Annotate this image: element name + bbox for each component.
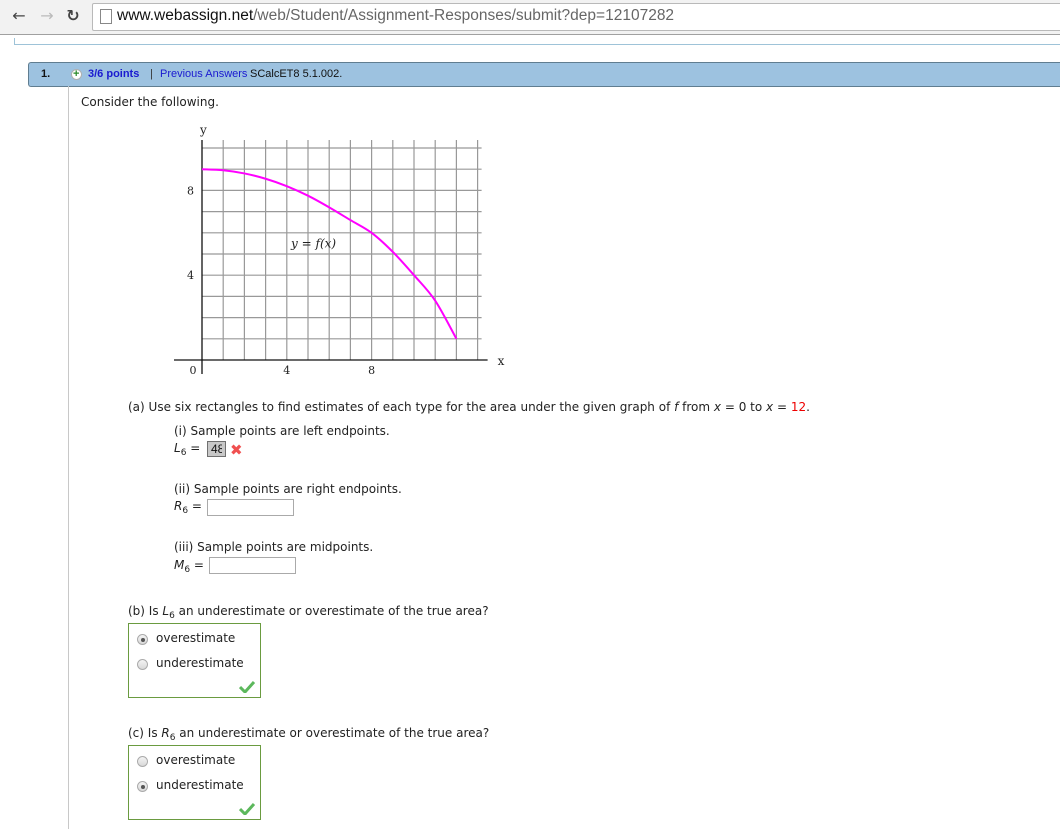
question-number: 1. bbox=[41, 68, 51, 80]
url-text[interactable]: www.webassign.net/web/Student/Assignment… bbox=[117, 7, 674, 25]
url-path: /web/Student/Assignment-Responses/submit… bbox=[253, 7, 675, 24]
part-b-choices: overestimate underestimate bbox=[128, 623, 261, 698]
x-tick-label: 0 bbox=[190, 364, 197, 377]
M6-label: M6 = bbox=[174, 558, 204, 575]
question-code: SCalcET8 5.1.002. bbox=[250, 68, 343, 80]
option-label[interactable]: underestimate bbox=[156, 656, 244, 670]
option-label[interactable]: overestimate bbox=[156, 631, 235, 645]
browser-toolbar: ← → ↻ www.webassign.net/web/Student/Assi… bbox=[0, 0, 1060, 35]
radio-overestimate[interactable] bbox=[137, 756, 148, 767]
expand-plus-icon[interactable] bbox=[71, 63, 82, 86]
part-c-prompt: (c) Is R6 an underestimate or overestima… bbox=[128, 726, 489, 743]
correct-check-icon bbox=[239, 803, 255, 815]
part-b-prompt: (b) Is L6 an underestimate or overestima… bbox=[128, 604, 489, 621]
equals: = bbox=[190, 558, 204, 572]
question-header: 1. 3/6 points | Previous Answers SCalcET… bbox=[28, 62, 1060, 87]
prompt-text: from bbox=[678, 400, 714, 414]
prompt-text: . bbox=[806, 400, 810, 414]
x-tick-label: 8 bbox=[368, 364, 375, 377]
part-a-iii-label: (iii) Sample points are midpoints. bbox=[174, 540, 374, 554]
var-M: M bbox=[174, 558, 185, 572]
equals: = bbox=[186, 441, 201, 455]
L6-answer-input[interactable] bbox=[207, 441, 226, 457]
frame-divider-line bbox=[14, 44, 1060, 45]
radio-underestimate[interactable] bbox=[137, 781, 148, 792]
points-link[interactable]: 3/6 points bbox=[88, 63, 139, 86]
y-tick-label: 8 bbox=[187, 184, 194, 197]
correct-check-icon bbox=[239, 681, 255, 693]
incorrect-x-icon: ✖ bbox=[230, 441, 243, 459]
address-bar[interactable]: www.webassign.net/web/Student/Assignment… bbox=[92, 3, 1060, 31]
tick-labels: 0 4 8 4 8 bbox=[187, 184, 375, 377]
R6-answer-input[interactable] bbox=[207, 499, 294, 516]
part-a-i-label: (i) Sample points are left endpoints. bbox=[174, 424, 390, 438]
prompt-text: (c) Is bbox=[128, 726, 162, 740]
prompt-text: (a) Use six rectangles to find estimates… bbox=[128, 400, 675, 414]
L6-label: L6 = bbox=[174, 441, 200, 458]
var-L: L bbox=[174, 441, 181, 455]
M6-answer-input[interactable] bbox=[209, 557, 296, 574]
radio-overestimate[interactable] bbox=[137, 634, 148, 645]
upper-bound-value: 12 bbox=[790, 400, 807, 414]
page-icon bbox=[100, 9, 112, 24]
y-axis-label: y bbox=[199, 123, 207, 137]
x-tick-label: 4 bbox=[283, 364, 290, 377]
url-host: www.webassign.net bbox=[117, 7, 254, 24]
option-label[interactable]: overestimate bbox=[156, 753, 235, 767]
prompt-text: an underestimate or overestimate of the … bbox=[175, 726, 490, 740]
prompt-text: an underestimate or overestimate of the … bbox=[174, 604, 489, 618]
question-intro: Consider the following. bbox=[81, 95, 219, 109]
reload-icon[interactable]: ↻ bbox=[64, 6, 82, 26]
prompt-text: (b) Is bbox=[128, 604, 163, 618]
R6-label: R6 = bbox=[174, 499, 202, 516]
radio-underestimate[interactable] bbox=[137, 659, 148, 670]
equals: = bbox=[188, 499, 202, 513]
question-left-rule bbox=[68, 86, 69, 829]
part-c-choices: overestimate underestimate bbox=[128, 745, 261, 820]
function-graph: 0 4 8 4 8 y x y = f(x) bbox=[174, 123, 505, 377]
prompt-text: = 0 to bbox=[721, 400, 767, 414]
x-axis-label: x bbox=[498, 354, 505, 368]
part-a-prompt: (a) Use six rectangles to find estimates… bbox=[128, 400, 810, 414]
prompt-text: = bbox=[773, 400, 791, 414]
curve-annotation: y = f(x) bbox=[290, 236, 336, 250]
option-label[interactable]: underestimate bbox=[156, 778, 244, 792]
var-R: R bbox=[161, 726, 170, 740]
previous-answers-link[interactable]: Previous Answers bbox=[160, 63, 247, 86]
part-a-ii-label: (ii) Sample points are right endpoints. bbox=[174, 482, 402, 496]
var-x: x bbox=[713, 400, 722, 414]
back-arrow-icon[interactable]: ← bbox=[10, 6, 28, 26]
forward-arrow-icon[interactable]: → bbox=[38, 6, 56, 26]
separator: | bbox=[150, 68, 153, 80]
y-tick-label: 4 bbox=[187, 269, 194, 282]
